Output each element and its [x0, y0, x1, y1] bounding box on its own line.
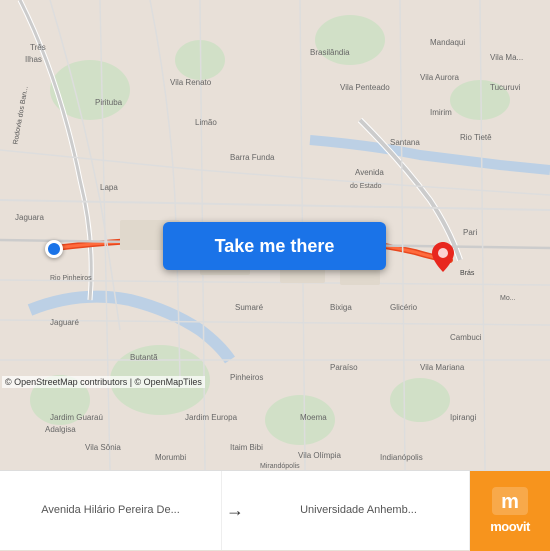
svg-text:Vila Penteado: Vila Penteado: [340, 83, 390, 92]
svg-text:Mo...: Mo...: [500, 295, 516, 302]
svg-text:Adalgisa: Adalgisa: [45, 425, 76, 434]
svg-text:Jardim Guaraú: Jardim Guaraú: [50, 413, 103, 422]
svg-text:Cambuci: Cambuci: [450, 333, 482, 342]
svg-text:Glicério: Glicério: [390, 303, 418, 312]
svg-text:Imirim: Imirim: [430, 108, 452, 117]
svg-text:Barra Funda: Barra Funda: [230, 153, 275, 162]
take-me-there-button[interactable]: Take me there: [163, 222, 386, 270]
svg-text:Vila Renato: Vila Renato: [170, 78, 212, 87]
svg-text:Morumbi: Morumbi: [155, 453, 186, 462]
moovit-m-icon: m: [492, 487, 528, 515]
svg-text:Jaguara: Jaguara: [15, 213, 44, 222]
destination-marker: [432, 242, 454, 272]
svg-text:Santana: Santana: [390, 138, 420, 147]
svg-text:Brasilândia: Brasilândia: [310, 48, 350, 57]
svg-text:Vila Olímpia: Vila Olímpia: [298, 451, 342, 460]
svg-text:do Estado: do Estado: [350, 183, 382, 190]
svg-text:Indianópolis: Indianópolis: [380, 453, 423, 462]
app-container: Três Ilhas Pirituba Vila Renato Brasilân…: [0, 0, 550, 550]
svg-text:Mirandópolis: Mirandópolis: [260, 463, 300, 470]
destination-label: Universidade Anhemb...: [300, 503, 417, 517]
svg-text:Pinheiros: Pinheiros: [230, 373, 263, 382]
svg-text:Limão: Limão: [195, 118, 217, 127]
svg-text:Vila Ma...: Vila Ma...: [490, 53, 523, 62]
destination-section: Universidade Anhemb...: [248, 471, 470, 550]
svg-text:Mandaqui: Mandaqui: [430, 38, 465, 47]
svg-text:Itaim Bibi: Itaim Bibi: [230, 443, 263, 452]
svg-text:Três: Três: [30, 43, 46, 52]
svg-text:Butantã: Butantã: [130, 353, 158, 362]
svg-text:Brás: Brás: [460, 270, 475, 277]
map-container: Três Ilhas Pirituba Vila Renato Brasilân…: [0, 0, 550, 470]
map-attribution: © OpenStreetMap contributors | © OpenMap…: [2, 376, 205, 388]
svg-text:Ilhas: Ilhas: [25, 55, 42, 64]
svg-text:Pari: Pari: [463, 228, 477, 237]
svg-text:Moema: Moema: [300, 413, 327, 422]
svg-text:Jaguaré: Jaguaré: [50, 318, 79, 327]
svg-text:Jardim Europa: Jardim Europa: [185, 413, 238, 422]
origin-marker: [45, 240, 63, 258]
origin-label: Avenida Hilário Pereira De...: [41, 503, 180, 517]
svg-text:Avenida: Avenida: [355, 168, 384, 177]
svg-text:Vila Aurora: Vila Aurora: [420, 73, 460, 82]
svg-text:Lapa: Lapa: [100, 183, 118, 192]
svg-text:Sumaré: Sumaré: [235, 303, 264, 312]
direction-arrow: →: [226, 500, 244, 521]
svg-text:Rio Tietê: Rio Tietê: [460, 133, 492, 142]
svg-text:Vila Mariana: Vila Mariana: [420, 363, 465, 372]
svg-text:Ipirangi: Ipirangi: [450, 413, 476, 422]
svg-text:Pirituba: Pirituba: [95, 98, 123, 107]
origin-section: Avenida Hilário Pereira De...: [0, 471, 222, 550]
moovit-text: moovit: [490, 519, 530, 534]
svg-text:Vila Sônia: Vila Sônia: [85, 443, 121, 452]
svg-text:m: m: [501, 491, 519, 513]
bottom-bar: Avenida Hilário Pereira De... → Universi…: [0, 470, 550, 550]
svg-text:Rio Pinheiros: Rio Pinheiros: [50, 275, 92, 282]
moovit-logo: m moovit: [470, 471, 550, 551]
svg-text:Bixiga: Bixiga: [330, 303, 352, 312]
svg-text:Tucuruvi: Tucuruvi: [490, 83, 521, 92]
svg-text:Paraíso: Paraíso: [330, 363, 358, 372]
